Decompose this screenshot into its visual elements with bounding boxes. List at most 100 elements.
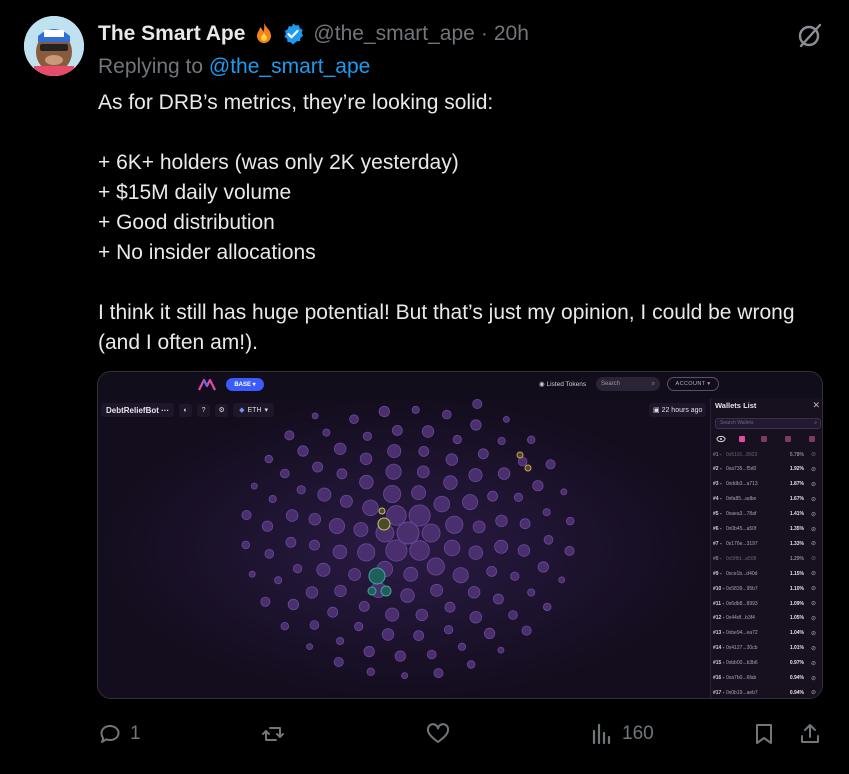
wallet-bubble[interactable]: [309, 620, 320, 630]
wallet-bubble[interactable]: [333, 442, 347, 456]
account-button[interactable]: ACCOUNT ▾: [667, 377, 719, 391]
eye-off-icon[interactable]: ⊘: [804, 585, 816, 592]
wallet-address[interactable]: 0xa7b0...6fab: [726, 675, 778, 681]
eye-off-icon[interactable]: ⊘: [804, 526, 816, 533]
wallet-bubble[interactable]: [486, 565, 498, 577]
wallet-bubble[interactable]: [433, 495, 451, 513]
close-icon[interactable]: ✕: [812, 400, 820, 411]
wallet-bubble[interactable]: [517, 544, 531, 557]
wallet-bubble[interactable]: [564, 545, 575, 556]
wallet-bubble[interactable]: [560, 488, 568, 496]
wallet-address[interactable]: 0x5f8d...a508: [726, 556, 778, 562]
wallet-bubble[interactable]: [387, 444, 402, 459]
wallet-bubble[interactable]: [495, 514, 508, 528]
wallet-bubble[interactable]: [497, 646, 505, 654]
bubble-map-canvas[interactable]: [98, 398, 710, 699]
wallet-filter-icons[interactable]: [715, 434, 821, 444]
wallet-bubble[interactable]: [418, 446, 430, 457]
wallet-bubble[interactable]: [430, 583, 444, 597]
wallet-address[interactable]: 0xddb3...a713: [726, 481, 778, 487]
wallet-address[interactable]: 0x176e...3197: [726, 541, 778, 547]
wallet-bubble[interactable]: [348, 568, 362, 581]
wallet-bubble[interactable]: [285, 509, 299, 522]
wallet-bubble[interactable]: [306, 643, 314, 651]
wallet-address[interactable]: 0xbe94...ea72: [726, 630, 778, 636]
eye-off-icon[interactable]: ⊘: [804, 660, 816, 667]
eye-off-icon[interactable]: ⊘: [804, 570, 816, 577]
wallet-bubble[interactable]: [477, 448, 489, 460]
eye-off-icon[interactable]: ⊘: [804, 496, 816, 503]
wallet-bubble[interactable]: [268, 495, 277, 504]
wallet-bubble[interactable]: [309, 539, 320, 551]
wallet-row[interactable]: #5 - 0xaea3...78af 1.41% ⊘: [713, 508, 821, 521]
wallet-address[interactable]: 0x4127...20cb: [726, 645, 778, 651]
wallet-bubble[interactable]: [287, 598, 299, 611]
wallet-bubble[interactable]: [527, 435, 536, 444]
wallet-address[interactable]: 0x6db8...8993: [726, 601, 778, 607]
media-search-input[interactable]: Search ⌕: [596, 377, 660, 391]
wallet-bubble[interactable]: [241, 540, 250, 550]
network-pill[interactable]: BASE ▾: [226, 378, 264, 391]
wallet-bubble[interactable]: [492, 593, 504, 605]
wallet-bubble-highlight[interactable]: [367, 586, 377, 596]
wallet-bubble[interactable]: [502, 415, 510, 423]
wallet-bubble[interactable]: [358, 600, 370, 612]
wallet-bubble[interactable]: [426, 649, 437, 660]
wallet-bubble[interactable]: [280, 468, 290, 479]
wallet-bubble[interactable]: [558, 576, 566, 584]
wallet-bubble[interactable]: [452, 567, 469, 584]
wallet-bubble[interactable]: [508, 610, 518, 620]
handle[interactable]: @the_smart_ape: [313, 22, 474, 46]
wallet-address[interactable]: 0xce1b...d40d: [726, 571, 778, 577]
wallet-bubble[interactable]: [470, 419, 482, 431]
wallet-bubble[interactable]: [513, 492, 523, 503]
eye-off-icon[interactable]: ⊘: [804, 615, 816, 622]
bookmark-button[interactable]: [752, 718, 776, 750]
wallet-bubble[interactable]: [312, 461, 324, 473]
wallet-bubble[interactable]: [353, 522, 369, 537]
wallet-bubble[interactable]: [381, 628, 395, 641]
wallet-address[interactable]: 0x44df...b3f4: [726, 615, 778, 621]
wallet-bubble[interactable]: [411, 405, 420, 414]
wallet-row[interactable]: #12 -0x44df...b3f4 1.05% ⊘: [713, 612, 821, 625]
eye-off-icon[interactable]: ⊘: [804, 645, 816, 652]
wallet-bubble-highlight[interactable]: [368, 567, 386, 585]
wallet-bubble[interactable]: [443, 475, 458, 490]
grok-icon[interactable]: [795, 20, 825, 50]
wallet-bubble[interactable]: [519, 518, 531, 530]
wallet-bubble[interactable]: [359, 452, 373, 466]
wallet-bubble[interactable]: [285, 536, 297, 548]
wallet-bubble[interactable]: [426, 557, 445, 576]
wallet-address[interactable]: 0xaea3...78af: [726, 511, 778, 517]
wallet-bubble[interactable]: [383, 485, 402, 504]
wallet-bubble[interactable]: [357, 543, 376, 562]
wallet-bubble[interactable]: [363, 645, 375, 658]
wallet-bubble[interactable]: [421, 425, 435, 438]
wallet-bubble[interactable]: [354, 621, 364, 632]
wallet-bubble[interactable]: [416, 465, 430, 479]
wallet-bubble[interactable]: [250, 482, 258, 490]
wallet-bubble[interactable]: [497, 437, 506, 446]
eye-off-icon[interactable]: ⊘: [804, 451, 816, 458]
wallet-bubble[interactable]: [378, 405, 390, 418]
wallet-address[interactable]: 0xfa85...adbe: [726, 496, 778, 502]
wallet-bubble[interactable]: [433, 668, 444, 679]
wallet-bubble[interactable]: [510, 571, 520, 581]
wallet-bubble[interactable]: [305, 586, 319, 599]
wallet-row[interactable]: #4 - 0xfa85...adbe 1.67% ⊘: [713, 493, 821, 506]
more-icon[interactable]: ···: [161, 406, 169, 415]
wallet-bubble[interactable]: [327, 606, 339, 618]
wallet-bubble[interactable]: [311, 412, 319, 420]
wallet-bubble[interactable]: [391, 425, 403, 436]
wallet-bubble[interactable]: [537, 561, 549, 573]
wallets-search-input[interactable]: Search Wallets ⌕: [715, 418, 821, 429]
wallet-row[interactable]: #9 - 0xce1b...d40d 1.15% ⊘: [713, 567, 821, 580]
wallet-bubble[interactable]: [411, 485, 427, 501]
wallet-bubble[interactable]: [396, 521, 420, 545]
wallet-row[interactable]: #10 -0x5839...95b7 1.10% ⊘: [713, 582, 821, 595]
wallet-row[interactable]: #16 -0xa7b0...6fab 0.94% ⊘: [713, 672, 821, 685]
wallet-row[interactable]: #17 -0x0b19...aeb7 0.94% ⊘: [713, 686, 821, 698]
wallet-bubble[interactable]: [472, 399, 483, 409]
wallet-row[interactable]: #8 - 0x5f8d...a508 1.29% ⊘: [713, 552, 821, 565]
wallet-row[interactable]: #2 - 0xa735...f5d0 1.92% ⊘: [713, 463, 821, 476]
